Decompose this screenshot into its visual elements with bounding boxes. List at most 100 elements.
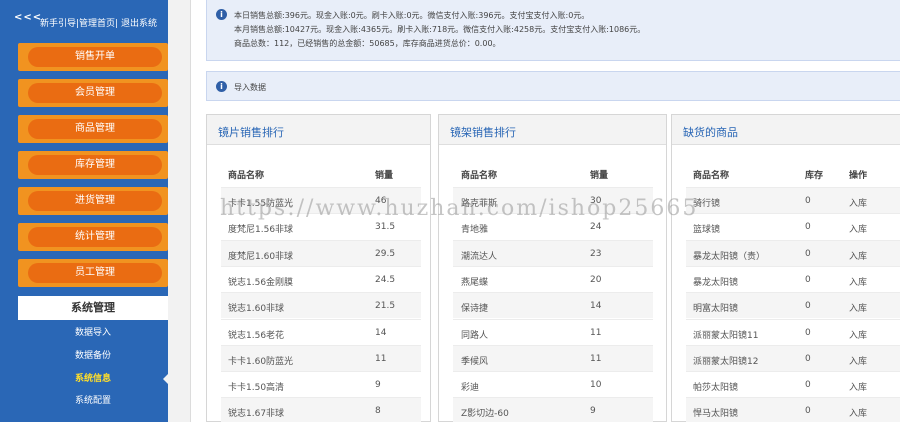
stock-cell: 0	[805, 327, 811, 338]
panel-title: 缺货的商品	[683, 126, 738, 139]
sales-cell: 9	[375, 380, 381, 391]
product-name-cell: 派丽蒙太阳镜12	[693, 356, 759, 367]
stock-in-link[interactable]: 入库	[849, 301, 867, 314]
stock-in-link[interactable]: 入库	[849, 222, 867, 235]
menu-sales[interactable]: 销售开单	[18, 43, 168, 71]
table-row: 派丽蒙太阳镜12 0 入库	[686, 344, 900, 371]
stock-cell: 0	[805, 380, 811, 391]
product-name-cell: 帕莎太阳镜	[693, 383, 739, 394]
collapse-sidebar-button[interactable]: <<<	[14, 12, 42, 23]
home-link[interactable]: |管理首页	[76, 19, 115, 29]
daily-sales-text: 本日销售总额:396元。现金入账:0元。刷卡入账:0元。微信支付入账:396元。…	[234, 11, 590, 20]
menu-members-label: 会员管理	[28, 83, 162, 103]
menu-goods[interactable]: 商品管理	[18, 115, 168, 143]
product-name-cell: 卡卡1.60防蓝光	[228, 356, 294, 367]
table-row: 度梵尼1.60非球 29.5	[221, 239, 421, 266]
column-header-name: 商品名称	[461, 171, 498, 181]
sales-cell: 14	[590, 301, 602, 312]
menu-goods-label: 商品管理	[28, 119, 162, 139]
sales-cell: 9	[590, 406, 596, 417]
menu-purchase[interactable]: 进货管理	[18, 187, 168, 215]
product-name-cell: 度梵尼1.60非球	[228, 251, 294, 262]
info-icon: i	[216, 9, 227, 20]
table-row: 派丽蒙太阳镜11 0 入库	[686, 318, 900, 345]
import-data-link[interactable]: 导入数据	[234, 82, 266, 93]
column-header-sales: 销量	[590, 171, 609, 181]
logout-link[interactable]: | 退出系统	[115, 19, 157, 29]
divider	[190, 0, 191, 422]
panel-header: 缺货的商品	[672, 115, 900, 145]
column-header-name: 商品名称	[228, 171, 265, 181]
table-row: 潮流达人 23	[453, 239, 653, 266]
panel-header: 镜架销售排行	[439, 115, 666, 145]
table-row: 锐志1.56金刚膜 24.5	[221, 265, 421, 292]
stock-cell: 0	[805, 248, 811, 259]
sales-cell: 21.5	[375, 301, 396, 312]
product-name-cell: 同路人	[461, 330, 489, 341]
stock-in-link[interactable]: 入库	[849, 328, 867, 341]
sales-cell: 24.5	[375, 274, 396, 285]
product-name-cell: 燕尾蝶	[461, 277, 489, 288]
sales-cell: 10	[590, 380, 602, 391]
panel-header: 镜片销售排行	[207, 115, 430, 145]
stock-in-link[interactable]: 入库	[849, 354, 867, 367]
sidebar-top: <<< 新手引导|管理首页| 退出系统	[0, 0, 168, 40]
product-name-cell: 明富太阳镜	[693, 304, 739, 315]
stock-in-link[interactable]: 入库	[849, 275, 867, 288]
product-name-cell: 锐志1.56金刚膜	[228, 277, 294, 288]
menu-sales-label: 销售开单	[28, 47, 162, 67]
top-links: 新手引导|管理首页| 退出系统	[40, 16, 157, 29]
menu-system[interactable]: 系统管理	[18, 296, 168, 320]
stock-cell: 0	[805, 406, 811, 417]
menu-inventory[interactable]: 库存管理	[18, 151, 168, 179]
table-row: 悍马太阳镜 0 入库	[686, 397, 900, 422]
sub-data-import[interactable]: 数据导入	[18, 322, 168, 344]
sales-cell: 11	[590, 327, 602, 338]
table-row: 帕莎太阳镜 0 入库	[686, 371, 900, 397]
sales-cell: 23	[590, 248, 602, 259]
product-name-cell: 潮流达人	[461, 251, 498, 262]
table-row: 彩迪 10	[453, 371, 653, 397]
column-header-stock: 库存	[805, 171, 824, 181]
stock-in-link[interactable]: 入库	[849, 196, 867, 209]
panel-title: 镜架销售排行	[450, 126, 516, 139]
sales-cell: 8	[375, 406, 381, 417]
menu-purchase-label: 进货管理	[28, 191, 162, 211]
guide-link[interactable]: 新手引导	[40, 19, 76, 29]
watermark: https://www.huzhan.com/ishop25665	[220, 196, 699, 221]
gutter	[168, 0, 190, 422]
table-row: 保诗捷 14	[453, 292, 653, 319]
menu-statistics[interactable]: 统计管理	[18, 223, 168, 251]
menu-staff[interactable]: 员工管理	[18, 259, 168, 287]
product-name-cell: 保诗捷	[461, 304, 489, 315]
sales-cell: 11	[375, 353, 387, 364]
table-row: 暴龙太阳镜（贵） 0 入库	[686, 239, 900, 266]
stock-cell: 0	[805, 353, 811, 364]
product-name-cell: 篮球镜	[693, 225, 721, 236]
column-header-name: 商品名称	[693, 171, 730, 181]
stock-cell: 0	[805, 301, 811, 312]
stock-in-link[interactable]: 入库	[849, 406, 867, 419]
sub-system-info[interactable]: 系统信息	[18, 368, 168, 390]
product-name-cell: 暴龙太阳镜（贵）	[693, 251, 766, 262]
sub-system-config[interactable]: 系统配置	[18, 390, 168, 412]
table-row: 季候风 11	[453, 344, 653, 371]
menu-members[interactable]: 会员管理	[18, 79, 168, 107]
stock-in-link[interactable]: 入库	[849, 249, 867, 262]
column-header-sales: 销量	[375, 171, 394, 181]
out-of-stock-panel: 缺货的商品 商品名称 库存 操作 骑行镜 0 入库 篮球镜 0 入库 暴龙太阳镜（贵） 0 入库…	[671, 114, 900, 422]
product-name-cell: 派丽蒙太阳镜11	[693, 330, 759, 341]
stock-in-link[interactable]: 入库	[849, 380, 867, 393]
sales-summary-notice: i 本日销售总额:396元。现金入账:0元。刷卡入账:0元。微信支付入账:396…	[206, 0, 900, 61]
menu-staff-label: 员工管理	[28, 263, 162, 283]
sales-cell: 29.5	[375, 248, 396, 259]
sub-data-backup[interactable]: 数据备份	[18, 345, 168, 367]
product-name-cell: 卡卡1.50高清	[228, 383, 285, 394]
table-row: 暴龙太阳镜 0 入库	[686, 265, 900, 292]
table-row: 骑行镜 0 入库	[686, 187, 900, 213]
table-row: 锐志1.67非球 8	[221, 397, 421, 422]
lens-sales-panel: 镜片销售排行 商品名称 销量 卡卡1.55防蓝光 46 度梵尼1.56非球 31.5 度…	[206, 114, 431, 422]
menu-inventory-label: 库存管理	[28, 155, 162, 175]
stock-cell: 0	[805, 222, 811, 233]
table-row: 卡卡1.50高清 9	[221, 371, 421, 397]
